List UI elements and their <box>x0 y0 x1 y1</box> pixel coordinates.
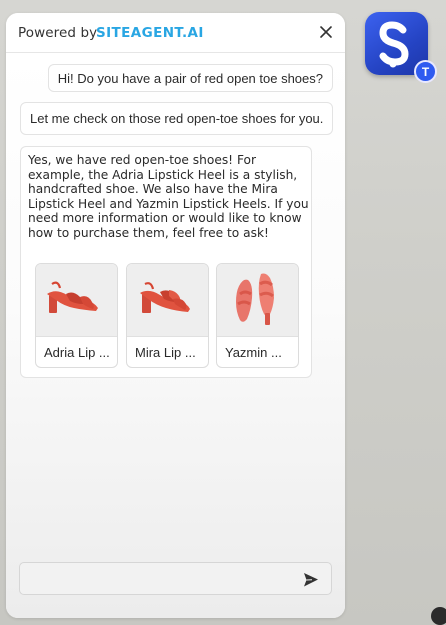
product-label: Yazmin ... <box>225 345 282 360</box>
close-icon[interactable] <box>317 23 335 41</box>
brand-name[interactable]: SITEAGENT.AI <box>96 25 204 41</box>
user-message: Hi! Do you have a pair of red open toe s… <box>47 64 333 92</box>
product-image <box>127 264 208 337</box>
user-avatar-badge[interactable]: T <box>414 60 437 83</box>
powered-by-label: Powered by <box>18 25 98 41</box>
chat-header: Powered by SITEAGENT.AI <box>6 13 345 53</box>
message-composer <box>19 562 332 595</box>
bot-message: Let me check on those red open-toe shoes… <box>20 102 334 135</box>
product-label: Adria Lip ... <box>44 345 110 360</box>
product-card[interactable]: Mira Lip ... <box>126 263 209 368</box>
corner-icon <box>431 607 446 625</box>
send-icon[interactable] <box>303 572 319 588</box>
message-input[interactable] <box>28 567 298 591</box>
product-image <box>36 264 117 337</box>
bot-message-text: Yes, we have red open-toe shoes! For exa… <box>28 153 309 240</box>
product-card[interactable]: Yazmin ... <box>216 263 299 368</box>
bot-message-with-products: Yes, we have red open-toe shoes! For exa… <box>20 146 312 378</box>
product-card[interactable]: Adria Lip ... <box>35 263 118 368</box>
product-label: Mira Lip ... <box>135 345 196 360</box>
page-background: Powered by SITEAGENT.AI Hi! Do you have … <box>0 0 446 625</box>
product-image <box>217 264 298 337</box>
chat-widget: Powered by SITEAGENT.AI Hi! Do you have … <box>6 13 345 618</box>
